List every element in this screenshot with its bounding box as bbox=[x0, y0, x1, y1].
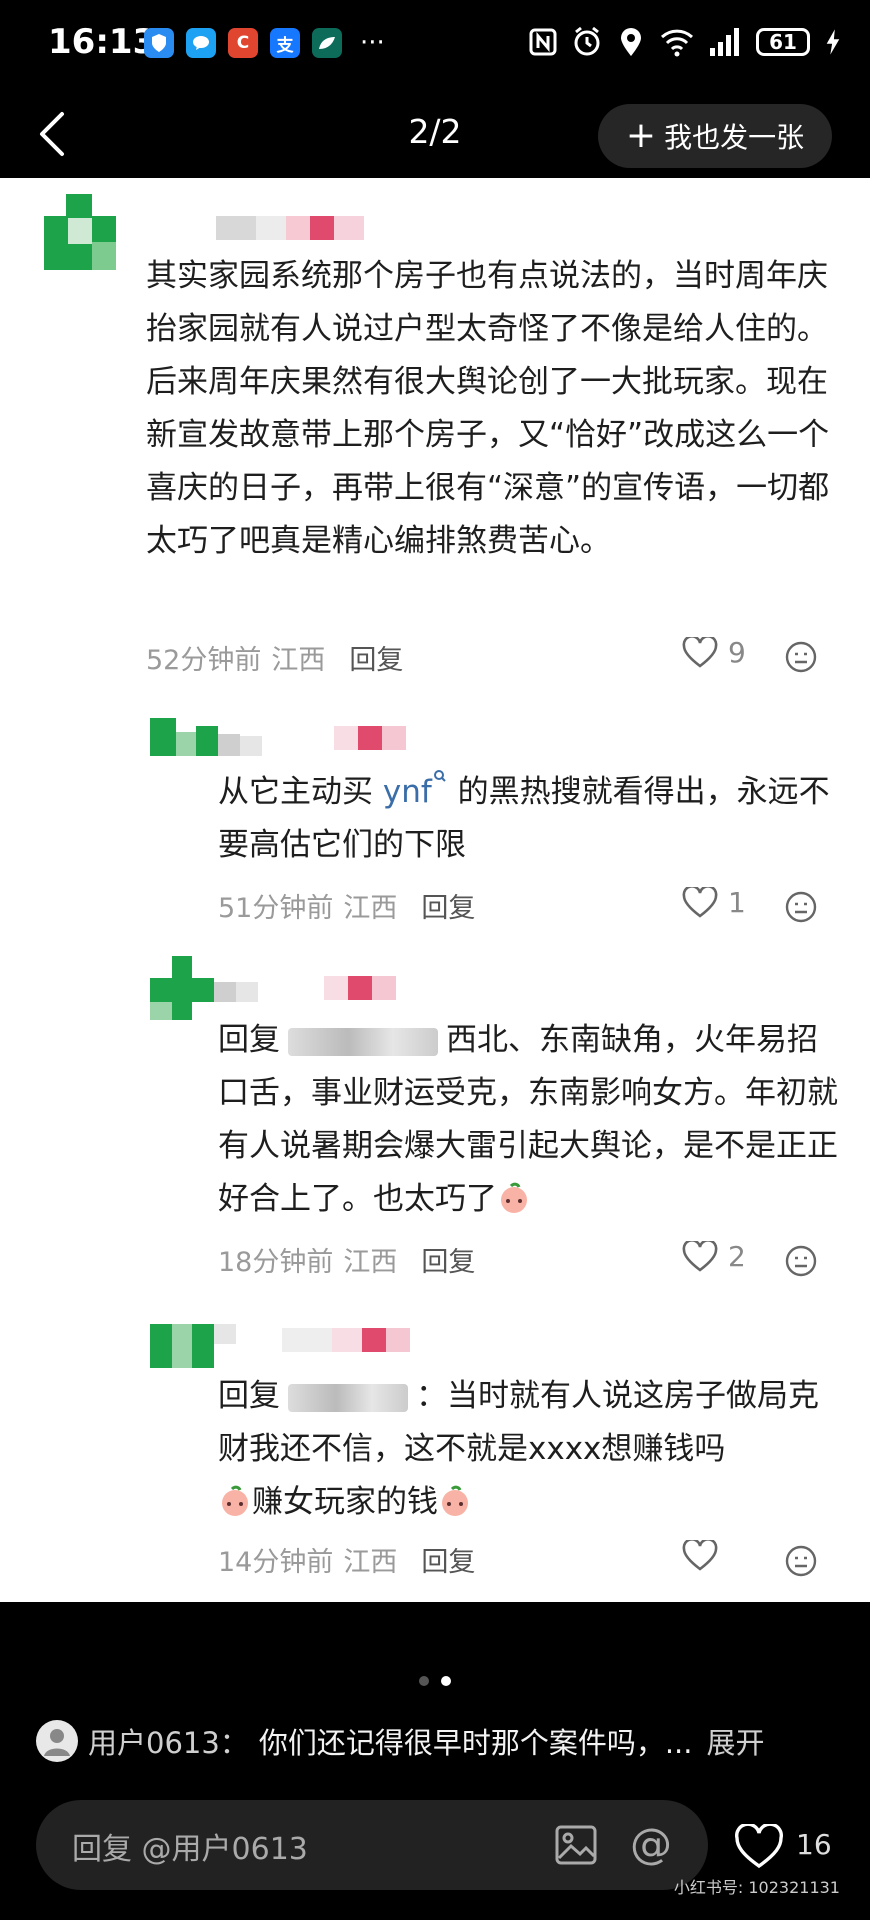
status-more-icon: ··· bbox=[360, 28, 385, 58]
total-like-count: 16 bbox=[796, 1828, 832, 1861]
emoji-react-icon[interactable] bbox=[784, 1244, 818, 1278]
battery-indicator: 61 bbox=[756, 28, 810, 56]
comment-location: 江西 bbox=[343, 893, 398, 924]
username-blurred bbox=[216, 216, 364, 240]
comment-input[interactable]: 回复 @用户0613 bbox=[72, 1824, 308, 1868]
post-too-label: 我也发一张 bbox=[664, 121, 805, 154]
mention-blurred bbox=[288, 1383, 408, 1412]
back-button[interactable] bbox=[30, 106, 74, 162]
alipay-icon: 支 bbox=[270, 28, 300, 58]
reply-button[interactable]: 回复 bbox=[421, 1240, 475, 1279]
signal-icon bbox=[710, 28, 739, 56]
comment-text: 回复 ：当时就有人说这房子做局克财我还不信，这不就是xxxx想赚钱吗 赚女玩家的钱 bbox=[218, 1378, 819, 1520]
comment-location: 江西 bbox=[343, 1247, 398, 1278]
avatar bbox=[150, 1324, 236, 1368]
image-icon[interactable] bbox=[554, 1824, 598, 1866]
status-indicators: 61 bbox=[528, 26, 842, 58]
comment-input-bar[interactable]: 回复 @用户0613 @ bbox=[36, 1800, 708, 1890]
nfc-icon bbox=[529, 28, 557, 56]
comment-text: 从它主动买 ynf 的黑热搜就看得出，永远不要高估它们的下限 bbox=[218, 766, 838, 872]
username-blurred bbox=[282, 1328, 410, 1352]
c-app-icon: C bbox=[228, 28, 258, 58]
avatar bbox=[44, 194, 116, 270]
heart-icon bbox=[682, 886, 718, 918]
avatar bbox=[150, 718, 262, 756]
username-blurred bbox=[324, 976, 396, 1000]
username-blurred bbox=[334, 726, 406, 750]
like-button[interactable]: 1 bbox=[682, 886, 746, 919]
expand-button[interactable]: 展开 bbox=[706, 1720, 764, 1762]
heart-icon bbox=[682, 1240, 718, 1272]
like-button[interactable]: 9 bbox=[682, 636, 746, 669]
reply-prefix: 回复 bbox=[218, 1378, 280, 1414]
post-caption[interactable]: 用户0613： 你们还记得很早时那个案件吗，... 展开 bbox=[36, 1720, 836, 1762]
like-count: 2 bbox=[728, 1240, 746, 1273]
page-dot-active[interactable] bbox=[441, 1676, 451, 1686]
search-small-icon bbox=[433, 770, 446, 782]
heart-icon[interactable] bbox=[734, 1824, 784, 1870]
comment-time: 51分钟前 bbox=[218, 893, 334, 924]
like-count: 1 bbox=[728, 886, 746, 919]
wifi-icon bbox=[660, 29, 694, 57]
leaf-app-icon bbox=[312, 28, 342, 58]
alarm-icon bbox=[574, 26, 600, 56]
shield-app-icon bbox=[144, 28, 174, 58]
reply-button[interactable]: 回复 bbox=[421, 1540, 475, 1579]
comment-meta: 14分钟前 江西 回复 bbox=[218, 1540, 475, 1579]
mention-blurred bbox=[288, 1027, 438, 1056]
plus-icon: + bbox=[625, 115, 657, 156]
avatar bbox=[150, 956, 258, 1020]
caption-text: 你们还记得很早时那个案件吗，... bbox=[258, 1726, 693, 1760]
reply-button[interactable]: 回复 bbox=[421, 886, 475, 925]
status-bar: 16:13 C 支 ··· 61 bbox=[0, 0, 870, 90]
comment-text: 回复 西北、东南缺角，火年易招口舌，事业财运受克，东南影响女方。年初就有人说暑期会… bbox=[218, 1022, 838, 1217]
post-too-button[interactable]: + 我也发一张 bbox=[598, 104, 832, 168]
emoji-react-icon[interactable] bbox=[784, 640, 818, 674]
like-button[interactable]: 2 bbox=[682, 1240, 746, 1273]
mention-icon[interactable]: @ bbox=[630, 1820, 672, 1868]
author-name[interactable]: 用户0613： bbox=[88, 1720, 249, 1762]
comment-meta: 51分钟前 江西 回复 bbox=[218, 886, 475, 925]
comment-text: 其实家园系统那个房子也有点说法的，当时周年庆抬家园就有人说过户型太奇怪了不像是给… bbox=[146, 258, 830, 559]
comment-time: 18分钟前 bbox=[218, 1247, 334, 1278]
top-nav: 2/2 + 我也发一张 bbox=[0, 90, 870, 178]
like-button[interactable] bbox=[682, 1540, 718, 1572]
comment-location: 江西 bbox=[271, 645, 326, 676]
comment-time: 14分钟前 bbox=[218, 1547, 334, 1578]
keyword-link[interactable]: ynf bbox=[383, 774, 432, 810]
like-count: 9 bbox=[728, 636, 746, 669]
status-time: 16:13 bbox=[48, 22, 157, 62]
comment-meta: 18分钟前 江西 回复 bbox=[218, 1240, 475, 1279]
peach-emoji-icon bbox=[442, 1485, 468, 1516]
peach-emoji-icon bbox=[222, 1485, 248, 1516]
status-app-icons: C 支 ··· bbox=[144, 28, 385, 58]
charging-icon bbox=[826, 29, 840, 55]
watermark: 小红书号: 102321131 bbox=[673, 1878, 840, 1897]
comment-location: 江西 bbox=[343, 1547, 398, 1578]
author-avatar[interactable] bbox=[36, 1720, 78, 1762]
heart-icon bbox=[682, 636, 718, 668]
comment-screenshot: 其实家园系统那个房子也有点说法的，当时周年庆抬家园就有人说过户型太奇怪了不像是给… bbox=[0, 178, 870, 1602]
location-icon bbox=[621, 28, 641, 56]
emoji-react-icon[interactable] bbox=[784, 1544, 818, 1578]
page-indicator bbox=[0, 1676, 870, 1686]
reply-prefix: 回复 bbox=[218, 1022, 280, 1058]
comment-meta: 52分钟前 江西 回复 bbox=[146, 638, 403, 677]
heart-icon bbox=[682, 1540, 718, 1571]
page-dot[interactable] bbox=[419, 1676, 429, 1686]
emoji-react-icon[interactable] bbox=[784, 890, 818, 924]
reply-button[interactable]: 回复 bbox=[349, 638, 403, 677]
comment-time: 52分钟前 bbox=[146, 645, 262, 676]
chat-app-icon bbox=[186, 28, 216, 58]
peach-emoji-icon bbox=[501, 1182, 527, 1213]
